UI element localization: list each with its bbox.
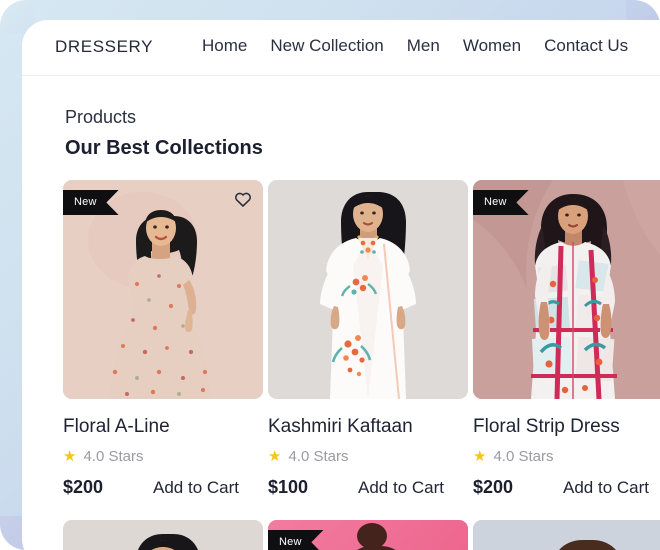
nav-item-new-collection[interactable]: New Collection <box>270 36 383 56</box>
product-name: Floral Strip Dress <box>473 416 620 437</box>
section-eyebrow: Products <box>65 107 137 127</box>
product-name: Kashmiri Kaftaan <box>268 416 413 437</box>
product-footer: $100 Add to Cart <box>268 477 473 498</box>
product-photo-row2-3 <box>473 519 660 550</box>
product-card[interactable]: New Floral A-Line ★ 4.0 Stars $200 Add t… <box>63 180 268 498</box>
section-heading: Products Our Best Collections <box>65 104 263 163</box>
product-card[interactable]: Kashmiri Kaftaan ★ 4.0 Stars $100 Add to… <box>268 180 473 498</box>
screen: DRESSERY Home New Collection Men Women C… <box>0 0 660 550</box>
product-rating: ★ 4.0 Stars <box>63 448 268 465</box>
nav-links: Home New Collection Men Women Contact Us <box>202 36 628 56</box>
nav-item-men[interactable]: Men <box>407 36 440 56</box>
product-rating: ★ 4.0 Stars <box>268 448 473 465</box>
product-card[interactable] <box>63 519 268 550</box>
product-grid: New Floral A-Line ★ 4.0 Stars $200 Add t… <box>63 180 660 550</box>
product-price: $200 <box>473 476 514 497</box>
nav-item-women[interactable]: Women <box>463 36 521 56</box>
star-icon: ★ <box>268 447 282 465</box>
product-card[interactable]: New <box>268 519 473 550</box>
nav-item-contact-us[interactable]: Contact Us <box>544 36 628 56</box>
rating-text: 4.0 Stars <box>493 447 554 465</box>
add-to-cart-button[interactable]: Add to Cart <box>153 478 239 498</box>
product-image[interactable] <box>63 519 263 550</box>
product-image[interactable]: New <box>268 519 468 550</box>
add-to-cart-button[interactable]: Add to Cart <box>358 478 444 498</box>
product-image[interactable] <box>268 180 468 399</box>
product-price: $100 <box>268 476 309 497</box>
nav-item-home[interactable]: Home <box>202 36 247 56</box>
product-image[interactable]: New <box>473 180 660 399</box>
rating-text: 4.0 Stars <box>288 447 349 465</box>
product-card[interactable] <box>473 519 660 550</box>
product-photo-row2-1 <box>63 519 263 550</box>
product-image[interactable] <box>473 519 660 550</box>
star-icon: ★ <box>63 447 77 465</box>
navbar: DRESSERY Home New Collection Men Women C… <box>22 20 660 76</box>
brand-logo[interactable]: DRESSERY <box>55 37 153 57</box>
star-icon: ★ <box>473 447 487 465</box>
product-price: $200 <box>63 476 104 497</box>
product-rating: ★ 4.0 Stars <box>473 448 660 465</box>
product-card[interactable]: New Floral Strip Dress ★ 4.0 Stars $200 … <box>473 180 660 498</box>
heart-outline-icon[interactable] <box>233 189 253 209</box>
page-title: Our Best Collections <box>65 137 263 159</box>
product-footer: $200 Add to Cart <box>63 477 268 498</box>
add-to-cart-button[interactable]: Add to Cart <box>563 478 649 498</box>
product-image[interactable]: New <box>63 180 263 399</box>
product-footer: $200 Add to Cart <box>473 477 660 498</box>
rating-text: 4.0 Stars <box>83 447 144 465</box>
product-photo-kashmiri-kaftaan <box>268 180 468 399</box>
app-panel: DRESSERY Home New Collection Men Women C… <box>22 20 660 550</box>
product-name: Floral A-Line <box>63 416 170 437</box>
